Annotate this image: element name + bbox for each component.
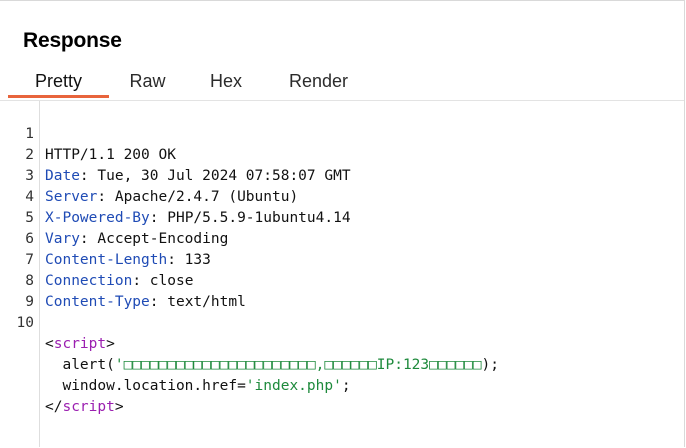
script-tag-name: script bbox=[62, 399, 115, 415]
code-line: 10 <script> bbox=[0, 292, 684, 352]
code-line: </script> bbox=[0, 355, 684, 415]
code-line: alert('□□□□□□□□□□□□□□□□□□□□□□,□□□□□□IP:1… bbox=[0, 313, 684, 373]
tag-bracket: > bbox=[114, 399, 124, 415]
view-tabs: Pretty Raw Hex Render bbox=[8, 67, 371, 100]
tab-pretty[interactable]: Pretty bbox=[8, 67, 109, 98]
statement-end: ; bbox=[341, 378, 351, 394]
tab-raw[interactable]: Raw bbox=[109, 67, 186, 98]
response-editor[interactable]: 1 HTTP/1.1 200 OK 2 Date: Tue, 30 Jul 20… bbox=[0, 103, 684, 447]
redirect-url-string: 'index.php' bbox=[245, 378, 342, 394]
location-assignment: window.location.href= bbox=[62, 378, 246, 394]
code-line: 1 HTTP/1.1 200 OK bbox=[0, 103, 684, 163]
response-panel: Response Pretty Raw Hex Render 1 HTTP/1.… bbox=[0, 0, 685, 447]
tab-hex[interactable]: Hex bbox=[186, 67, 266, 98]
tag-bracket: </ bbox=[45, 399, 63, 415]
tab-render[interactable]: Render bbox=[266, 67, 371, 98]
code-line: 4 X-Powered-By: PHP/5.5.9-1ubuntu4.14 bbox=[0, 166, 684, 226]
code-line: 8 Content-Type: text/html bbox=[0, 250, 684, 310]
code-line: 6 Content-Length: 133 bbox=[0, 208, 684, 268]
code-line: 3 Server: Apache/2.4.7 (Ubuntu) bbox=[0, 145, 684, 205]
tab-divider bbox=[0, 100, 684, 101]
code-line: 7 Connection: close bbox=[0, 229, 684, 289]
code-line: 5 Vary: Accept-Encoding bbox=[0, 187, 684, 247]
code-line: 2 Date: Tue, 30 Jul 2024 07:58:07 GMT bbox=[0, 124, 684, 184]
code-line: 9 bbox=[0, 271, 684, 310]
code-line: window.location.href='index.php'; bbox=[0, 334, 684, 394]
panel-title: Response bbox=[23, 29, 122, 52]
